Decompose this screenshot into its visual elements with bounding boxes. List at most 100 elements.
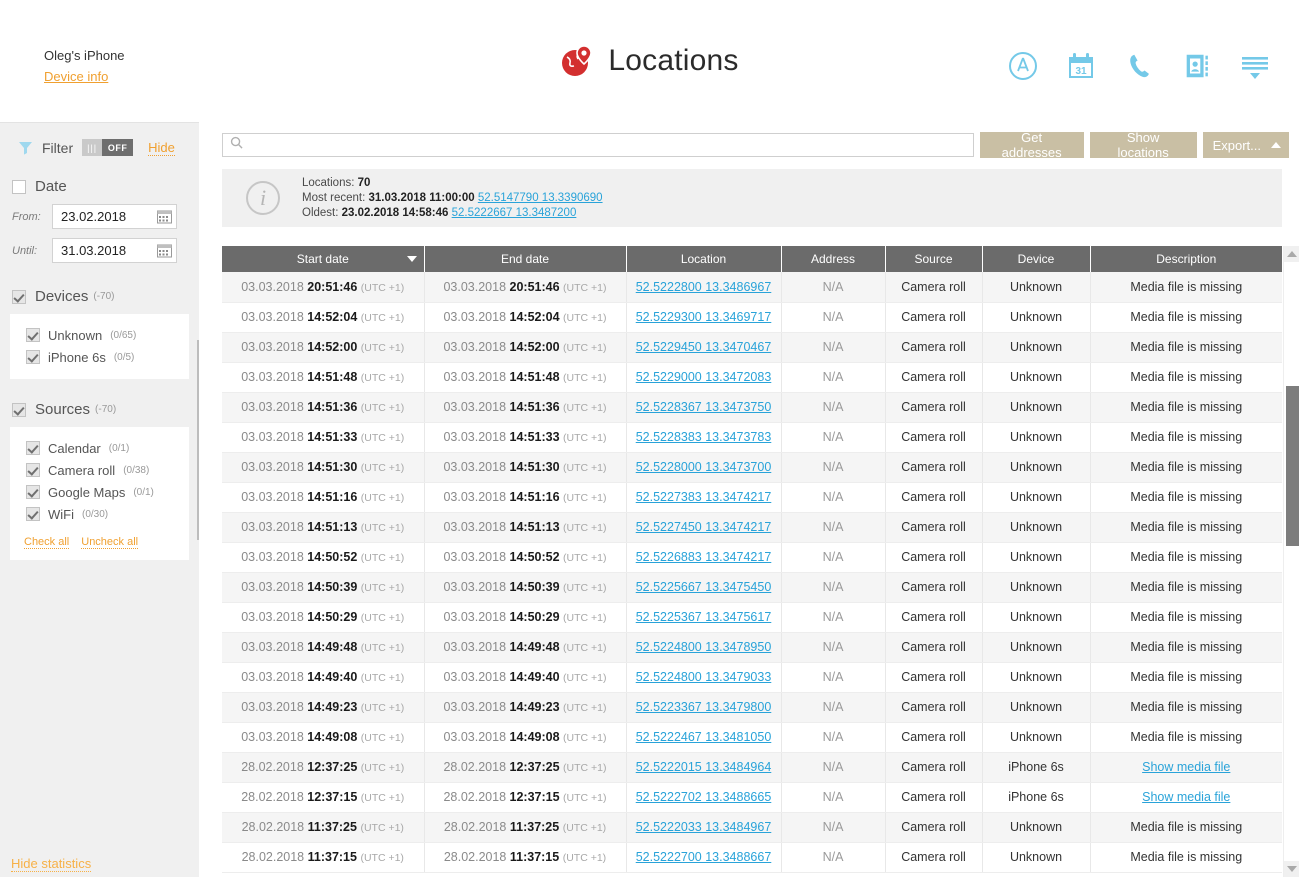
table-row[interactable]: 03.03.2018 14:49:23 (UTC +1) 03.03.2018 1… <box>222 692 1282 723</box>
source-item-calendar[interactable]: Calendar (0/1) <box>10 437 189 459</box>
source-item-camera-roll[interactable]: Camera roll (0/38) <box>10 459 189 481</box>
cell-timezone: (UTC +1) <box>360 792 405 804</box>
table-row[interactable]: 03.03.2018 14:52:04 (UTC +1) 03.03.2018 1… <box>222 302 1282 333</box>
table-row[interactable]: 03.03.2018 14:51:36 (UTC +1) 03.03.2018 1… <box>222 392 1282 423</box>
table-row[interactable]: 03.03.2018 14:49:08 (UTC +1) 03.03.2018 1… <box>222 722 1282 753</box>
phone-icon[interactable] <box>1121 48 1157 84</box>
column-header-end-date[interactable]: End date <box>424 246 627 272</box>
location-coords-link[interactable]: 52.5226883 13.3474217 <box>636 550 772 564</box>
start-date-cell: 28.02.2018 12:37:25 (UTC +1) <box>222 752 425 783</box>
search-input[interactable] <box>248 138 948 152</box>
location-coords-link[interactable]: 52.5222702 13.3488665 <box>636 790 772 804</box>
table-row[interactable]: 03.03.2018 14:51:13 (UTC +1) 03.03.2018 1… <box>222 512 1282 543</box>
hide-statistics-link[interactable]: Hide statistics <box>11 856 92 872</box>
devices-checkbox[interactable] <box>12 289 26 304</box>
calendar-icon[interactable]: 31 <box>1063 48 1099 84</box>
source-checkbox[interactable] <box>26 507 40 521</box>
table-row[interactable]: 28.02.2018 11:37:15 (UTC +1) 28.02.2018 1… <box>222 842 1282 873</box>
table-row[interactable]: 03.03.2018 14:50:29 (UTC +1) 03.03.2018 1… <box>222 602 1282 633</box>
column-header-description[interactable]: Description <box>1090 246 1282 272</box>
location-coords-link[interactable]: 52.5224800 13.3478950 <box>636 640 772 654</box>
location-coords-link[interactable]: 52.5229300 13.3469717 <box>636 310 772 324</box>
table-row[interactable]: 03.03.2018 14:51:33 (UTC +1) 03.03.2018 1… <box>222 422 1282 453</box>
table-row[interactable]: 03.03.2018 20:51:46 (UTC +1) 03.03.2018 2… <box>222 272 1282 303</box>
appstore-icon[interactable] <box>1005 48 1041 84</box>
date-from-input[interactable]: 23.02.2018 <box>52 204 177 229</box>
scroll-down-button[interactable] <box>1284 861 1299 877</box>
table-row[interactable]: 03.03.2018 14:52:00 (UTC +1) 03.03.2018 1… <box>222 332 1282 363</box>
description-cell: Media file is missing <box>1090 362 1282 393</box>
column-header-address[interactable]: Address <box>781 246 886 272</box>
location-coords-link[interactable]: 52.5222800 13.3486967 <box>636 280 772 294</box>
table-row[interactable]: 03.03.2018 14:49:48 (UTC +1) 03.03.2018 1… <box>222 632 1282 663</box>
start-date-cell: 03.03.2018 14:49:40 (UTC +1) <box>222 662 425 693</box>
scrollbar-thumb[interactable] <box>1286 386 1299 546</box>
location-coords-link[interactable]: 52.5222033 13.3484967 <box>636 820 772 834</box>
source-cell: Camera roll <box>885 482 983 513</box>
show-locations-button[interactable]: Show locations <box>1089 130 1197 160</box>
column-header-location[interactable]: Location <box>626 246 782 272</box>
location-coords-link[interactable]: 52.5228367 13.3473750 <box>636 400 772 414</box>
location-coords-link[interactable]: 52.5222467 13.3481050 <box>636 730 772 744</box>
location-coords-link[interactable]: 52.5227450 13.3474217 <box>636 520 772 534</box>
calendar-picker-icon[interactable] <box>157 244 172 258</box>
location-coords-link[interactable]: 52.5228000 13.3473700 <box>636 460 772 474</box>
table-row[interactable]: 03.03.2018 14:51:30 (UTC +1) 03.03.2018 1… <box>222 452 1282 483</box>
scroll-up-button[interactable] <box>1284 246 1299 262</box>
show-media-file-link[interactable]: Show media file <box>1142 760 1230 774</box>
device-item-unknown[interactable]: Unknown (0/65) <box>10 324 189 346</box>
show-media-file-link[interactable]: Show media file <box>1142 790 1230 804</box>
location-coords-link[interactable]: 52.5223367 13.3479800 <box>636 700 772 714</box>
get-addresses-button[interactable]: Get addresses <box>979 130 1084 160</box>
location-coords-link[interactable]: 52.5228383 13.3473783 <box>636 430 772 444</box>
chevron-up-icon <box>1271 142 1281 148</box>
location-coords-link[interactable]: 52.5229000 13.3472083 <box>636 370 772 384</box>
description-cell: Media file is missing <box>1090 512 1282 543</box>
table-row[interactable]: 03.03.2018 14:51:48 (UTC +1) 03.03.2018 1… <box>222 362 1282 393</box>
location-coords-link[interactable]: 52.5222015 13.3484964 <box>636 760 772 774</box>
source-checkbox[interactable] <box>26 463 40 477</box>
hide-filter-link[interactable]: Hide <box>148 140 175 156</box>
cell-time: 14:51:48 <box>509 370 560 384</box>
location-coords-link[interactable]: 52.5225667 13.3475450 <box>636 580 772 594</box>
export-button[interactable]: Export... <box>1202 132 1289 158</box>
export-label: Export... <box>1212 137 1261 153</box>
calendar-picker-icon[interactable] <box>157 210 172 224</box>
column-header-device[interactable]: Device <box>982 246 1091 272</box>
cell-date: 03.03.2018 <box>241 430 304 444</box>
contacts-icon[interactable] <box>1179 48 1215 84</box>
table-vertical-scrollbar[interactable] <box>1283 246 1299 877</box>
search-box[interactable] <box>222 133 974 157</box>
table-row[interactable]: 03.03.2018 14:51:16 (UTC +1) 03.03.2018 1… <box>222 482 1282 513</box>
sources-checkbox[interactable] <box>12 402 26 417</box>
source-item-google-maps[interactable]: Google Maps (0/1) <box>10 481 189 503</box>
table-row[interactable]: 03.03.2018 14:50:39 (UTC +1) 03.03.2018 1… <box>222 572 1282 603</box>
date-checkbox[interactable] <box>12 179 26 194</box>
filter-toggle[interactable]: ||| OFF <box>82 139 134 156</box>
table-row[interactable]: 03.03.2018 14:50:52 (UTC +1) 03.03.2018 1… <box>222 542 1282 573</box>
device-cell: Unknown <box>982 422 1091 453</box>
table-row[interactable]: 28.02.2018 11:37:25 (UTC +1) 28.02.2018 1… <box>222 812 1282 843</box>
table-row[interactable]: 28.02.2018 12:37:15 (UTC +1) 28.02.2018 1… <box>222 782 1282 813</box>
menu-list-icon[interactable] <box>1237 48 1273 84</box>
source-item-wifi[interactable]: WiFi (0/30) <box>10 503 189 525</box>
uncheck-all-link[interactable]: Uncheck all <box>81 536 139 549</box>
table-row[interactable]: 28.02.2018 12:37:25 (UTC +1) 28.02.2018 1… <box>222 752 1282 783</box>
location-coords-link[interactable]: 52.5224800 13.3479033 <box>636 670 772 684</box>
check-all-link[interactable]: Check all <box>24 536 70 549</box>
location-coords-link[interactable]: 52.5222700 13.3488667 <box>636 850 772 864</box>
column-header-start-date[interactable]: Start date <box>222 246 425 272</box>
device-item-iphone6s[interactable]: iPhone 6s (0/5) <box>10 346 189 368</box>
source-checkbox[interactable] <box>26 485 40 499</box>
source-checkbox[interactable] <box>26 441 40 455</box>
oldest-coords-link[interactable]: 52.5222667 13.3487200 <box>452 207 577 219</box>
device-checkbox[interactable] <box>26 328 40 342</box>
device-checkbox[interactable] <box>26 350 40 364</box>
column-header-source[interactable]: Source <box>885 246 983 272</box>
location-coords-link[interactable]: 52.5227383 13.3474217 <box>636 490 772 504</box>
table-row[interactable]: 03.03.2018 14:49:40 (UTC +1) 03.03.2018 1… <box>222 662 1282 693</box>
date-until-input[interactable]: 31.03.2018 <box>52 238 177 263</box>
most-recent-coords-link[interactable]: 52.5147790 13.3390690 <box>478 192 603 204</box>
location-coords-link[interactable]: 52.5225367 13.3475617 <box>636 610 772 624</box>
location-coords-link[interactable]: 52.5229450 13.3470467 <box>636 340 772 354</box>
